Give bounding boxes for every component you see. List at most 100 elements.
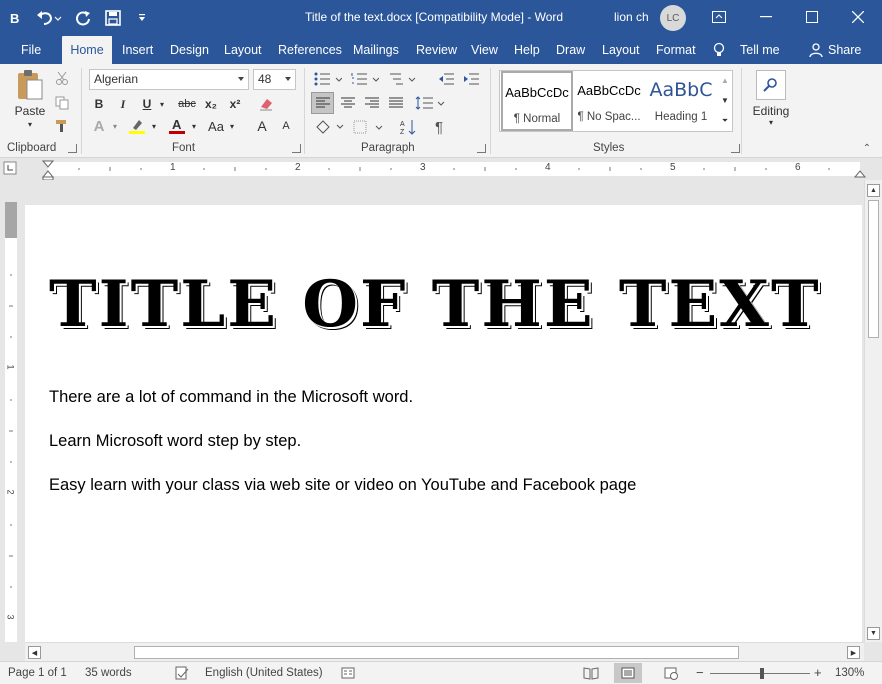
- word-logo-icon[interactable]: B: [0, 0, 30, 36]
- repeat-icon[interactable]: [68, 0, 98, 36]
- vertical-scrollbar[interactable]: ▲ ▼: [864, 180, 882, 642]
- align-left-icon[interactable]: [311, 92, 334, 114]
- tab-help[interactable]: Help: [514, 36, 540, 64]
- tab-mailings[interactable]: Mailings: [353, 36, 399, 64]
- highlight-color-icon[interactable]: [126, 116, 148, 136]
- styles-launcher-icon[interactable]: [731, 144, 740, 153]
- chevron-down-icon[interactable]: ▾: [157, 94, 167, 114]
- clear-formatting-icon[interactable]: [256, 94, 276, 114]
- scroll-thumb[interactable]: [134, 646, 739, 659]
- style-normal[interactable]: AaBbCcDc ¶ Normal: [501, 71, 573, 131]
- customize-qat-icon[interactable]: [128, 0, 156, 36]
- font-color-icon[interactable]: A: [166, 116, 188, 136]
- multilevel-list-icon[interactable]: [388, 69, 418, 89]
- collapse-ribbon-icon[interactable]: ⌃: [860, 142, 874, 154]
- document-title[interactable]: TITLE OF THE TEXT: [49, 267, 821, 342]
- user-avatar[interactable]: LC: [660, 5, 686, 31]
- maximize-icon[interactable]: [789, 0, 835, 34]
- justify-icon[interactable]: [384, 92, 407, 114]
- document-page[interactable]: TITLE OF THE TEXT There are a lot of com…: [25, 205, 862, 642]
- ribbon-display-options-icon[interactable]: [696, 0, 742, 34]
- zoom-in-button[interactable]: +: [814, 665, 822, 680]
- web-layout-icon[interactable]: [664, 666, 678, 683]
- copy-icon[interactable]: [54, 95, 70, 111]
- paragraph-launcher-icon[interactable]: [477, 144, 486, 153]
- tab-layout-contextual[interactable]: Layout: [602, 36, 640, 64]
- undo-icon[interactable]: [30, 0, 68, 36]
- horizontal-ruler[interactable]: 1 2 3 4 5 6: [0, 158, 882, 180]
- styles-scroll-up-icon[interactable]: ▲: [718, 71, 732, 89]
- page-count[interactable]: Page 1 of 1: [8, 667, 67, 679]
- clipboard-launcher-icon[interactable]: [68, 144, 77, 153]
- scroll-right-icon[interactable]: ▶: [847, 646, 860, 659]
- font-launcher-icon[interactable]: [292, 144, 301, 153]
- borders-icon[interactable]: [352, 116, 384, 138]
- tab-draw[interactable]: Draw: [556, 36, 585, 64]
- increase-indent-icon[interactable]: [460, 69, 482, 89]
- show-paragraph-marks-icon[interactable]: ¶: [428, 116, 450, 138]
- tab-format[interactable]: Format: [656, 36, 696, 64]
- vertical-ruler[interactable]: 1 2 3: [0, 180, 22, 642]
- align-center-icon[interactable]: [336, 92, 359, 114]
- text-effects-icon[interactable]: A: [89, 116, 109, 136]
- bullets-icon[interactable]: [313, 69, 343, 89]
- document-paragraph[interactable]: Learn Microsoft word step by step.: [49, 432, 301, 451]
- strikethrough-button[interactable]: abc: [175, 94, 199, 114]
- shrink-font-button[interactable]: A: [276, 116, 296, 136]
- chevron-down-icon[interactable]: ▾: [227, 116, 237, 136]
- format-painter-icon[interactable]: [54, 118, 70, 134]
- close-icon[interactable]: [835, 0, 881, 34]
- chevron-down-icon[interactable]: ▾: [149, 116, 159, 136]
- zoom-slider-thumb[interactable]: [760, 668, 764, 679]
- language[interactable]: English (United States): [205, 667, 323, 679]
- shading-icon[interactable]: [313, 116, 345, 138]
- italic-button[interactable]: I: [113, 94, 133, 114]
- zoom-out-button[interactable]: −: [696, 665, 704, 680]
- horizontal-scrollbar[interactable]: ◀ ▶: [25, 642, 864, 661]
- word-count[interactable]: 35 words: [85, 667, 132, 679]
- read-mode-icon[interactable]: [583, 666, 599, 683]
- minimize-icon[interactable]: [743, 0, 789, 34]
- user-name[interactable]: lion ch: [614, 10, 649, 24]
- tab-insert[interactable]: Insert: [122, 36, 153, 64]
- paste-button[interactable]: Paste ▾: [8, 68, 52, 138]
- change-case-button[interactable]: Aa: [205, 116, 227, 136]
- style-heading-1[interactable]: AaBbC Heading 1: [645, 71, 717, 131]
- tab-layout[interactable]: Layout: [224, 36, 262, 64]
- zoom-slider[interactable]: [710, 668, 810, 679]
- sort-icon[interactable]: AZ: [397, 116, 419, 138]
- grow-font-button[interactable]: A: [252, 116, 272, 136]
- proofing-icon[interactable]: [175, 666, 189, 683]
- editing-button[interactable]: Editing ▾: [748, 68, 794, 136]
- tab-file[interactable]: File: [21, 36, 41, 64]
- tab-design[interactable]: Design: [170, 36, 209, 64]
- decrease-indent-icon[interactable]: [435, 69, 457, 89]
- line-spacing-icon[interactable]: [414, 92, 446, 114]
- macro-recording-icon[interactable]: [341, 666, 355, 683]
- chevron-down-icon[interactable]: ▾: [110, 116, 120, 136]
- document-paragraph[interactable]: There are a lot of command in the Micros…: [49, 388, 413, 407]
- chevron-down-icon[interactable]: [285, 77, 291, 81]
- superscript-button[interactable]: x²: [225, 94, 245, 114]
- share-person-icon[interactable]: [809, 36, 823, 64]
- subscript-button[interactable]: x₂: [201, 94, 221, 114]
- scroll-thumb[interactable]: [868, 200, 879, 338]
- scroll-down-icon[interactable]: ▼: [867, 627, 880, 640]
- font-name-box[interactable]: Algerian: [89, 69, 249, 90]
- chevron-down-icon[interactable]: [238, 77, 244, 81]
- document-paragraph[interactable]: Easy learn with your class via web site …: [49, 476, 636, 495]
- bold-button[interactable]: B: [89, 94, 109, 114]
- styles-scroll-down-icon[interactable]: ▼: [718, 91, 732, 109]
- align-right-icon[interactable]: [360, 92, 383, 114]
- style-no-spacing[interactable]: AaBbCcDc ¶ No Spac...: [573, 71, 645, 131]
- underline-button[interactable]: U: [137, 94, 157, 114]
- tab-review[interactable]: Review: [416, 36, 457, 64]
- save-icon[interactable]: [98, 0, 128, 36]
- share-button[interactable]: Share: [828, 36, 861, 64]
- zoom-level[interactable]: 130%: [835, 667, 864, 679]
- scroll-up-icon[interactable]: ▲: [867, 184, 880, 197]
- tab-home[interactable]: Home: [62, 36, 112, 64]
- numbering-icon[interactable]: [350, 69, 380, 89]
- print-layout-icon[interactable]: [614, 663, 642, 683]
- tell-me-search[interactable]: Tell me: [740, 36, 780, 64]
